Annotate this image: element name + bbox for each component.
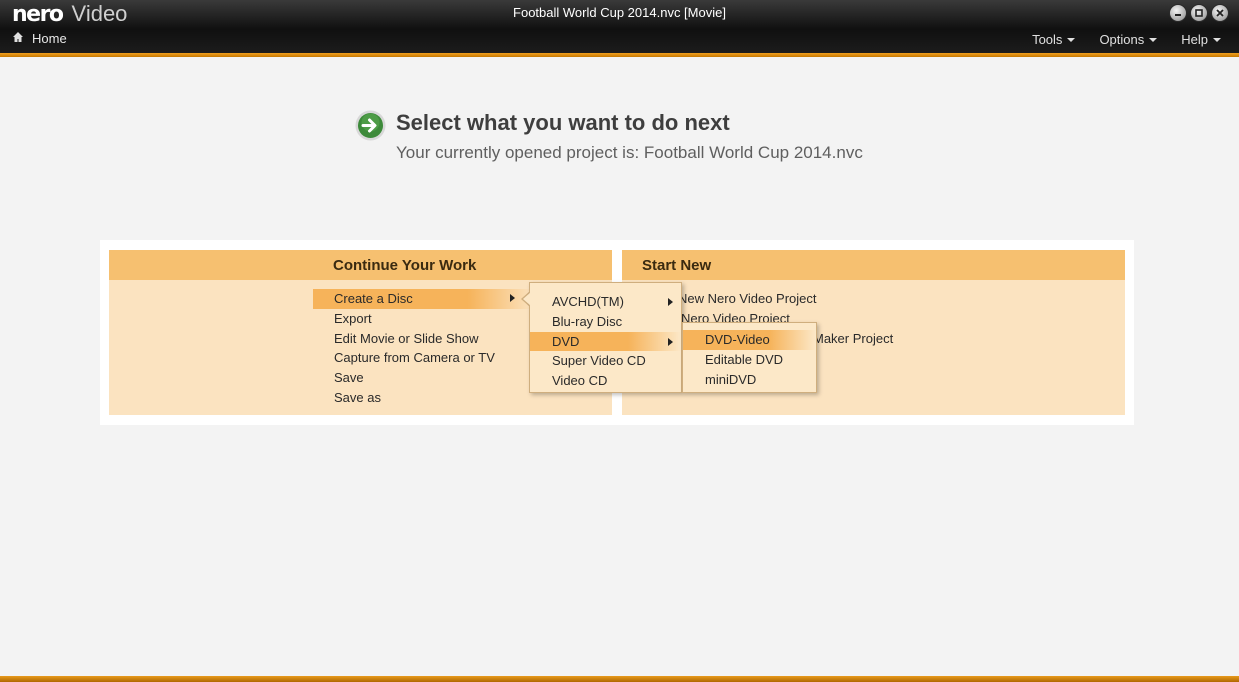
- menu-item-label: AVCHD(TM): [552, 294, 624, 309]
- chevron-down-icon: [1067, 37, 1076, 42]
- dvd-video-item[interactable]: DVD-Video: [683, 330, 816, 350]
- save-item[interactable]: Save: [313, 368, 534, 388]
- window-controls: [1169, 4, 1229, 22]
- menu-label: Tools: [1032, 32, 1063, 47]
- create-disc-item[interactable]: Create a Disc: [313, 289, 534, 309]
- title-bar: nero Video Football World Cup 2014.nvc […: [0, 0, 1239, 53]
- edit-movie-item[interactable]: Edit Movie or Slide Show: [313, 329, 534, 349]
- top-menu-bar: Tools Options Help: [1032, 32, 1221, 47]
- maximize-icon: [1191, 5, 1207, 21]
- menu-item-label: Blu-ray Disc: [552, 313, 623, 329]
- svcd-item[interactable]: Super Video CD: [530, 351, 681, 371]
- minimize-button[interactable]: [1169, 4, 1187, 22]
- close-button[interactable]: [1211, 4, 1229, 22]
- title-bar-accent-line: [0, 53, 1239, 57]
- save-as-item[interactable]: Save as: [313, 388, 534, 408]
- dvd-item[interactable]: DVD: [530, 331, 681, 352]
- home-link[interactable]: Home: [12, 31, 67, 46]
- bottom-accent-line: [0, 676, 1239, 682]
- minimize-icon: [1170, 5, 1186, 21]
- new-project-item[interactable]: New Nero Video Project: [678, 289, 893, 309]
- avchd-item[interactable]: AVCHD(TM): [530, 292, 681, 312]
- capture-item[interactable]: Capture from Camera or TV: [313, 348, 534, 368]
- chevron-down-icon: [1213, 37, 1221, 42]
- disc-type-menu: AVCHD(TM) Blu-ray Disc DVD Super Video C…: [529, 282, 682, 393]
- submenu-arrow-icon: [668, 298, 673, 306]
- page-title: Select what you want to do next: [396, 110, 730, 135]
- flyout-pointer-fill: [523, 292, 531, 306]
- chevron-down-icon: [1149, 37, 1158, 42]
- menu-label: Options: [1099, 32, 1145, 47]
- disc-type-list: AVCHD(TM) Blu-ray Disc DVD Super Video C…: [530, 292, 681, 391]
- dvd-type-list: DVD-Video Editable DVD miniDVD: [683, 330, 816, 389]
- menu-options[interactable]: Options: [1099, 32, 1158, 47]
- vcd-item[interactable]: Video CD: [530, 371, 681, 391]
- editable-dvd-item[interactable]: Editable DVD: [683, 350, 816, 370]
- menu-help[interactable]: Help: [1181, 32, 1221, 47]
- panel-title: Start New: [622, 250, 1125, 280]
- panel-title: Continue Your Work: [109, 250, 612, 280]
- submenu-arrow-icon: [510, 294, 515, 302]
- menu-item-label: DVD: [552, 333, 580, 349]
- submenu-arrow-icon: [668, 337, 673, 346]
- window-title: Football World Cup 2014.nvc [Movie]: [513, 5, 726, 20]
- menu-item-label: Super Video CD: [552, 353, 646, 369]
- home-icon: [12, 31, 24, 46]
- continue-work-list: Create a Disc Export Edit Movie or Slide…: [313, 289, 534, 408]
- minidvd-item[interactable]: miniDVD: [683, 370, 816, 390]
- menu-tools[interactable]: Tools: [1032, 32, 1076, 47]
- export-item[interactable]: Export: [313, 309, 534, 329]
- close-icon: [1212, 5, 1228, 21]
- bluray-item[interactable]: Blu-ray Disc: [530, 312, 681, 332]
- menu-item-label: Video CD: [552, 373, 608, 389]
- arrow-right-icon: [355, 110, 386, 141]
- dvd-type-menu: DVD-Video Editable DVD miniDVD: [682, 322, 817, 393]
- home-label: Home: [32, 31, 67, 46]
- maximize-button[interactable]: [1190, 4, 1208, 22]
- menu-label: Help: [1181, 32, 1208, 47]
- page-subtitle: Your currently opened project is: Footba…: [396, 143, 863, 162]
